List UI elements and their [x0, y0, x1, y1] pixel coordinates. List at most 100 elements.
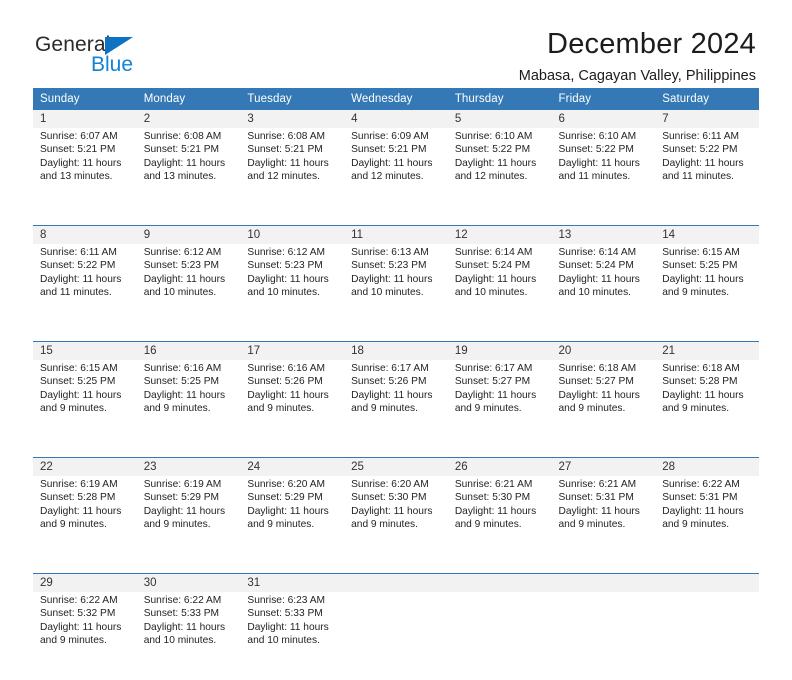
day-cell[interactable]: Sunrise: 6:10 AM Sunset: 5:22 PM Daylight:…	[448, 128, 552, 216]
day-cell[interactable]: Sunrise: 6:12 AM Sunset: 5:23 PM Daylight:…	[137, 244, 241, 332]
sunrise-text: Sunrise: 6:16 AM	[143, 363, 222, 374]
day-number	[448, 574, 552, 592]
day-cell[interactable]: Sunrise: 6:08 AM Sunset: 5:21 PM Daylight:…	[137, 128, 241, 216]
day-number: 20	[558, 345, 572, 357]
daylight-text-line2: and 9 minutes.	[662, 286, 730, 298]
day-number	[552, 574, 656, 592]
daylight-text-line1: Daylight: 11 hours	[558, 157, 640, 169]
week-spacer-cell	[33, 564, 759, 573]
day-number: 29	[40, 577, 53, 589]
day-cell[interactable]: Sunrise: 6:13 AM Sunset: 5:23 PM Daylight:…	[344, 244, 448, 332]
day-cell[interactable]: Sunrise: 6:18 AM Sunset: 5:27 PM Daylight:…	[552, 360, 656, 448]
sunset-text: Sunset: 5:28 PM	[662, 376, 738, 388]
day-cell-body: Sunrise: 6:21 AM Sunset: 5:31 PM Daylight:…	[552, 476, 656, 564]
daylight-text-line1: Daylight: 11 hours	[454, 389, 537, 401]
daylight-text-line1: Daylight: 11 hours	[247, 273, 329, 285]
week-daynumber-row: 15 16 17 18 19 20 21	[33, 342, 759, 360]
day-number-cell: 21	[655, 342, 759, 360]
week-spacer	[33, 332, 759, 341]
day-cell[interactable]: Sunrise: 6:11 AM Sunset: 5:22 PM Daylight:…	[33, 244, 137, 332]
day-cell[interactable]: Sunrise: 6:19 AM Sunset: 5:29 PM Daylight:…	[137, 476, 241, 564]
day-cell-body	[344, 592, 448, 680]
daylight-text-line1: Daylight: 11 hours	[40, 157, 122, 169]
daylight-text-line1: Daylight: 11 hours	[558, 389, 640, 401]
page-title: December 2024	[547, 28, 756, 60]
sunrise-text: Sunrise: 6:22 AM	[143, 595, 222, 606]
page-header: General Blue December 2024 Mabasa, Cagay…	[0, 0, 792, 84]
day-cell[interactable]: Sunrise: 6:15 AM Sunset: 5:25 PM Daylight:…	[655, 244, 759, 332]
sunrise-text: Sunrise: 6:10 AM	[558, 131, 637, 142]
sunrise-text: Sunrise: 6:21 AM	[558, 479, 637, 490]
day-cell-body: Sunrise: 6:14 AM Sunset: 5:24 PM Daylight:…	[448, 244, 552, 332]
day-cell[interactable]: Sunrise: 6:23 AM Sunset: 5:33 PM Daylight:…	[240, 592, 344, 680]
day-cell[interactable]: Sunrise: 6:19 AM Sunset: 5:28 PM Daylight:…	[33, 476, 137, 564]
day-cell[interactable]: Sunrise: 6:22 AM Sunset: 5:33 PM Daylight:…	[137, 592, 241, 680]
day-cell[interactable]: Sunrise: 6:14 AM Sunset: 5:24 PM Daylight:…	[552, 244, 656, 332]
day-details: Sunrise: 6:09 AM Sunset: 5:21 PM Daylight:…	[344, 128, 448, 183]
day-details: Sunrise: 6:22 AM Sunset: 5:31 PM Daylight:…	[655, 476, 759, 531]
day-number: 28	[662, 461, 676, 473]
sunset-text: Sunset: 5:29 PM	[247, 492, 323, 504]
page-subtitle: Mabasa, Cagayan Valley, Philippines	[518, 68, 756, 85]
day-cell[interactable]: Sunrise: 6:22 AM Sunset: 5:32 PM Daylight:…	[33, 592, 137, 680]
day-details: Sunrise: 6:19 AM Sunset: 5:29 PM Daylight:…	[137, 476, 241, 531]
day-cell[interactable]: Sunrise: 6:10 AM Sunset: 5:22 PM Daylight:…	[552, 128, 656, 216]
day-cell[interactable]: Sunrise: 6:08 AM Sunset: 5:21 PM Daylight:…	[240, 128, 344, 216]
logo-text-general: General	[35, 33, 111, 56]
day-number-cell: 25	[344, 458, 448, 476]
day-cell[interactable]: Sunrise: 6:16 AM Sunset: 5:25 PM Daylight:…	[137, 360, 241, 448]
day-cell[interactable]: Sunrise: 6:17 AM Sunset: 5:26 PM Daylight:…	[344, 360, 448, 448]
sunrise-text: Sunrise: 6:09 AM	[351, 131, 429, 142]
sunrise-text: Sunrise: 6:23 AM	[247, 595, 325, 606]
day-details: Sunrise: 6:19 AM Sunset: 5:28 PM Daylight:…	[33, 476, 137, 531]
day-number: 26	[454, 461, 468, 473]
day-details: Sunrise: 6:07 AM Sunset: 5:21 PM Daylight:…	[33, 128, 137, 183]
daylight-text-line2: and 9 minutes.	[454, 402, 522, 414]
day-cell-body: Sunrise: 6:22 AM Sunset: 5:32 PM Daylight:…	[33, 592, 137, 680]
sunset-text: Sunset: 5:30 PM	[454, 492, 531, 504]
day-cell-body: Sunrise: 6:20 AM Sunset: 5:30 PM Daylight:…	[344, 476, 448, 564]
day-cell[interactable]: Sunrise: 6:21 AM Sunset: 5:31 PM Daylight:…	[552, 476, 656, 564]
daylight-text-line1: Daylight: 11 hours	[247, 157, 329, 169]
sunset-text: Sunset: 5:29 PM	[143, 492, 220, 504]
day-cell[interactable]: Sunrise: 6:07 AM Sunset: 5:21 PM Daylight:…	[33, 128, 137, 216]
day-number: 30	[143, 577, 157, 589]
daylight-text-line2: and 9 minutes.	[40, 634, 107, 646]
day-cell[interactable]: Sunrise: 6:14 AM Sunset: 5:24 PM Daylight:…	[448, 244, 552, 332]
day-cell[interactable]: Sunrise: 6:09 AM Sunset: 5:21 PM Daylight:…	[344, 128, 448, 216]
day-cell[interactable]: Sunrise: 6:22 AM Sunset: 5:31 PM Daylight:…	[655, 476, 759, 564]
empty-day-cell	[552, 592, 656, 680]
daylight-text-line1: Daylight: 11 hours	[662, 389, 744, 401]
daylight-text-line1: Daylight: 11 hours	[351, 273, 433, 285]
weekday-header-saturday: Saturday	[655, 88, 759, 110]
day-cell[interactable]: Sunrise: 6:21 AM Sunset: 5:30 PM Daylight:…	[448, 476, 552, 564]
day-details: Sunrise: 6:22 AM Sunset: 5:33 PM Daylight:…	[137, 592, 241, 647]
day-cell[interactable]: Sunrise: 6:18 AM Sunset: 5:28 PM Daylight:…	[655, 360, 759, 448]
sunrise-text: Sunrise: 6:20 AM	[351, 479, 429, 490]
day-number-cell: 8	[33, 226, 137, 244]
day-cell[interactable]: Sunrise: 6:17 AM Sunset: 5:27 PM Daylight:…	[448, 360, 552, 448]
daylight-text-line2: and 10 minutes.	[143, 286, 217, 298]
day-cell[interactable]: Sunrise: 6:16 AM Sunset: 5:26 PM Daylight:…	[240, 360, 344, 448]
day-cell[interactable]: Sunrise: 6:20 AM Sunset: 5:29 PM Daylight:…	[240, 476, 344, 564]
daylight-text-line2: and 10 minutes.	[247, 286, 320, 298]
sunset-text: Sunset: 5:21 PM	[143, 144, 220, 156]
day-cell-body	[655, 592, 759, 680]
daylight-text-line2: and 12 minutes.	[351, 170, 424, 182]
day-cell[interactable]: Sunrise: 6:20 AM Sunset: 5:30 PM Daylight:…	[344, 476, 448, 564]
week-spacer	[33, 448, 759, 457]
sunset-text: Sunset: 5:23 PM	[351, 260, 427, 272]
empty-day-cell	[655, 592, 759, 680]
empty-day-cell	[344, 574, 448, 592]
day-details: Sunrise: 6:13 AM Sunset: 5:23 PM Daylight:…	[344, 244, 448, 299]
calendar-body: 1 2 3 4 5 6 7 Sunrise: 6:07 AM Sunset: 5:21 PM Da…	[33, 110, 759, 680]
day-cell-body: Sunrise: 6:12 AM Sunset: 5:23 PM Daylight:…	[240, 244, 344, 332]
day-cell[interactable]: Sunrise: 6:12 AM Sunset: 5:23 PM Daylight:…	[240, 244, 344, 332]
sunset-text: Sunset: 5:33 PM	[143, 608, 220, 620]
sunset-text: Sunset: 5:22 PM	[40, 260, 116, 272]
day-number: 5	[454, 113, 462, 125]
day-details: Sunrise: 6:14 AM Sunset: 5:24 PM Daylight:…	[552, 244, 656, 299]
day-cell[interactable]: Sunrise: 6:11 AM Sunset: 5:22 PM Daylight:…	[655, 128, 759, 216]
day-number-cell: 14	[655, 226, 759, 244]
day-cell[interactable]: Sunrise: 6:15 AM Sunset: 5:25 PM Daylight:…	[33, 360, 137, 448]
